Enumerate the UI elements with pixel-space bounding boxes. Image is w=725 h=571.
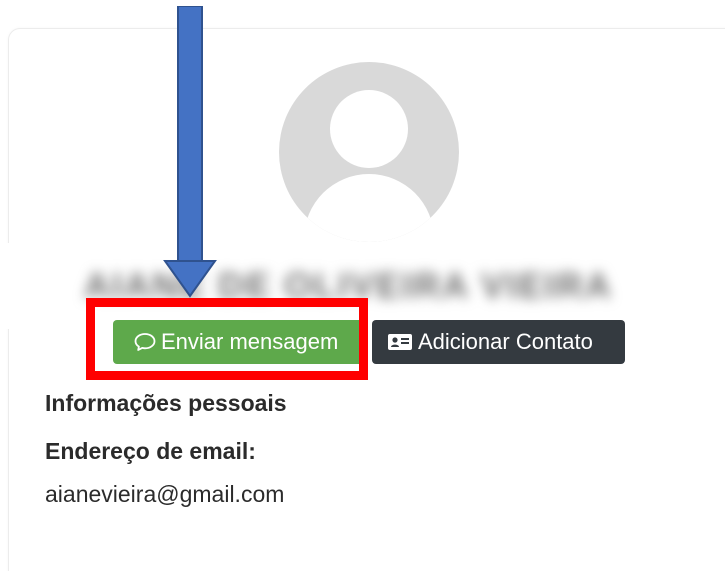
add-contact-button[interactable]: Adicionar Contato	[372, 320, 625, 364]
profile-avatar	[279, 62, 459, 242]
speech-bubble-icon	[133, 331, 157, 353]
email-value: aianevieira@gmail.com	[45, 481, 285, 507]
avatar-body-shape	[304, 174, 434, 242]
send-message-button[interactable]: Enviar mensagem	[113, 320, 363, 364]
contact-card-icon	[386, 331, 414, 353]
add-contact-label: Adicionar Contato	[418, 329, 593, 354]
screenshot-stage: AIANE DE OLIVEIRA VIEIRA Enviar mensagem…	[0, 0, 725, 571]
profile-name: AIANE DE OLIVEIRA VIEIRA	[84, 265, 613, 306]
personal-info-heading: Informações pessoais	[45, 390, 287, 416]
avatar-head-shape	[330, 90, 408, 168]
email-label: Endereço de email:	[45, 438, 256, 464]
send-message-label: Enviar mensagem	[161, 329, 339, 354]
